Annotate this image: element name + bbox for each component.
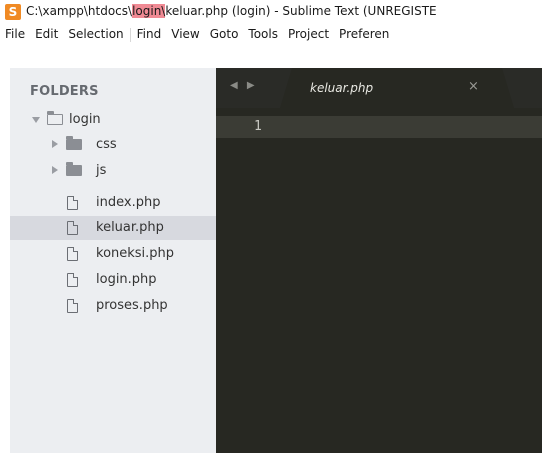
file-icon — [67, 273, 78, 287]
chevron-down-icon[interactable] — [32, 117, 40, 123]
chevron-right-icon[interactable] — [52, 166, 58, 174]
file-icon — [67, 221, 78, 235]
menu-separator — [129, 27, 131, 42]
sublime-app-icon: S — [5, 4, 21, 20]
file-icon — [67, 247, 78, 261]
tree-file-index[interactable]: index.php — [10, 191, 216, 215]
tab-label: keluar.php — [310, 81, 374, 95]
menu-tools[interactable]: Tools — [243, 24, 283, 44]
title-path-rest: keluar.php (login) - Sublime Text (UNREG… — [165, 4, 437, 18]
tree-folder-login[interactable]: login — [10, 108, 216, 132]
menu-bar: File Edit Selection Find View Goto Tools Projec… — [0, 24, 542, 44]
folders-heading: FOLDERS — [30, 84, 99, 99]
tree-file-koneksi[interactable]: koneksi.php — [10, 242, 216, 266]
tree-folder-label: login — [69, 112, 101, 127]
tree-folder-js[interactable]: js — [10, 159, 216, 183]
menu-find[interactable]: Find — [132, 24, 167, 44]
menu-edit[interactable]: Edit — [30, 24, 63, 44]
tree-file-keluar[interactable]: keluar.php — [10, 216, 216, 240]
menu-view[interactable]: View — [166, 24, 204, 44]
folder-icon — [66, 136, 82, 150]
menu-goto[interactable]: Goto — [205, 24, 244, 44]
tree-file-label: index.php — [96, 195, 161, 210]
tab-bar: ◀ ▶ keluar.php × — [216, 68, 542, 108]
tree-folder-css[interactable]: css — [10, 133, 216, 157]
tree-file-label: koneksi.php — [96, 246, 175, 261]
code-editor[interactable]: 1 — [216, 108, 542, 453]
close-icon[interactable]: × — [468, 79, 479, 94]
file-icon — [67, 196, 78, 210]
tree-folder-label: js — [96, 163, 107, 178]
current-line-highlight — [216, 116, 542, 138]
file-icon — [67, 299, 78, 313]
tree-folder-label: css — [96, 137, 117, 152]
line-number: 1 — [254, 119, 262, 134]
title-bar: S C:\xampp\htdocs\login\keluar.php (logi… — [0, 0, 542, 24]
tree-file-label: keluar.php — [96, 220, 164, 235]
title-path-prefix: C:\xampp\htdocs\ — [26, 4, 133, 18]
menu-preferences[interactable]: Preferen — [334, 24, 394, 44]
folder-open-icon — [47, 111, 63, 125]
folder-icon — [66, 162, 82, 176]
tab-nav-arrows-icon[interactable]: ◀ ▶ — [230, 80, 258, 91]
tree-file-label: login.php — [96, 272, 157, 287]
window-title: C:\xampp\htdocs\login\keluar.php (login)… — [26, 4, 437, 18]
menu-project[interactable]: Project — [283, 24, 334, 44]
tree-file-login[interactable]: login.php — [10, 268, 216, 292]
menu-selection[interactable]: Selection — [63, 24, 128, 44]
tree-file-proses[interactable]: proses.php — [10, 294, 216, 318]
chevron-right-icon[interactable] — [52, 140, 58, 148]
tab-keluar[interactable]: keluar.php × — [280, 68, 514, 108]
menu-file[interactable]: File — [0, 24, 30, 44]
sidebar: FOLDERS login css js index.php keluar.ph… — [10, 68, 216, 453]
title-path-highlight: login\ — [132, 4, 166, 18]
tree-file-label: proses.php — [96, 298, 168, 313]
